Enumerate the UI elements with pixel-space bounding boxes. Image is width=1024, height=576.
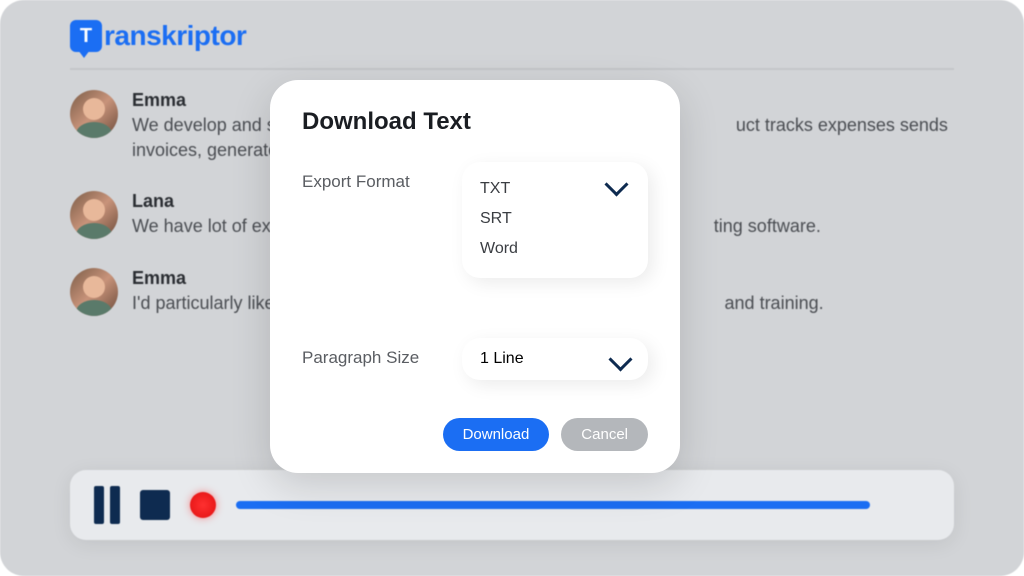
modal-title: Download Text bbox=[302, 108, 648, 136]
chevron-down-icon bbox=[610, 355, 630, 363]
record-indicator-icon bbox=[190, 492, 216, 518]
text-fragment: uct tracks expenses sends bbox=[736, 115, 948, 135]
chevron-down-icon bbox=[606, 180, 626, 188]
modal-actions: Download Cancel bbox=[302, 418, 648, 451]
paragraph-size-label: Paragraph Size bbox=[302, 338, 432, 368]
pause-icon bbox=[110, 486, 120, 524]
paragraph-size-dropdown[interactable]: 1 Line bbox=[462, 338, 648, 380]
paragraph-size-row: Paragraph Size 1 Line bbox=[302, 338, 648, 380]
export-format-row: Export Format TXT SRT Word bbox=[302, 162, 648, 278]
text-fragment: We develop and se bbox=[132, 115, 286, 135]
text-fragment: We have lot of exis bbox=[132, 216, 284, 236]
avatar bbox=[70, 268, 118, 316]
download-button[interactable]: Download bbox=[443, 418, 550, 451]
stop-button[interactable] bbox=[140, 490, 170, 520]
export-format-label: Export Format bbox=[302, 162, 432, 192]
text-fragment: ting software. bbox=[714, 216, 821, 236]
text-fragment: I'd particularly like bbox=[132, 293, 275, 313]
logo-text: ranskriptor bbox=[104, 20, 246, 52]
header-divider bbox=[70, 68, 954, 70]
text-fragment: invoices, generates bbox=[132, 140, 287, 160]
paragraph-size-value: 1 Line bbox=[480, 350, 524, 368]
dropdown-option-srt[interactable]: SRT bbox=[480, 204, 630, 234]
app-logo[interactable]: T ranskriptor bbox=[70, 20, 954, 52]
logo-icon: T bbox=[70, 20, 102, 52]
download-text-modal: Download Text Export Format TXT SRT Word… bbox=[270, 80, 680, 473]
pause-icon bbox=[94, 486, 104, 524]
export-format-dropdown[interactable]: TXT SRT Word bbox=[462, 162, 648, 278]
pause-button[interactable] bbox=[94, 486, 120, 524]
player-bar bbox=[70, 470, 954, 540]
cancel-button[interactable]: Cancel bbox=[561, 418, 648, 451]
progress-bar[interactable] bbox=[236, 501, 870, 509]
dropdown-option-word[interactable]: Word bbox=[480, 234, 630, 264]
avatar bbox=[70, 90, 118, 138]
logo-area: T ranskriptor bbox=[0, 0, 1024, 68]
text-fragment: and training. bbox=[725, 293, 824, 313]
avatar bbox=[70, 191, 118, 239]
